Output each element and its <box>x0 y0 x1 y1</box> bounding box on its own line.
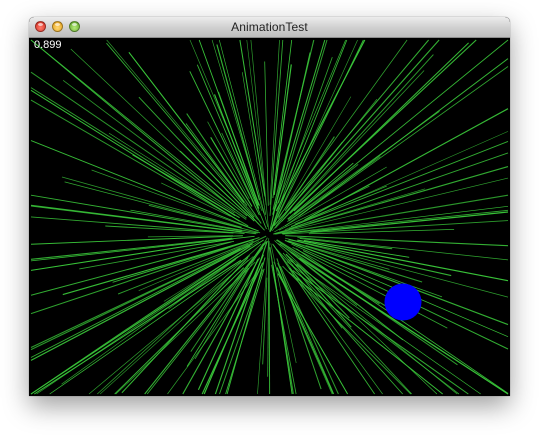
animation-canvas[interactable]: 0.899 <box>29 38 510 396</box>
ray-burst <box>30 39 509 395</box>
green-ray <box>288 267 404 395</box>
green-ray <box>211 39 265 214</box>
green-ray <box>30 245 251 395</box>
green-ray <box>288 152 509 230</box>
green-ray <box>292 270 469 395</box>
green-ray <box>61 247 252 385</box>
fps-readout: 0.899 <box>34 39 62 51</box>
blue-ball <box>384 283 422 321</box>
green-ray <box>62 79 247 219</box>
green-ray <box>61 176 242 228</box>
green-ray <box>30 140 259 232</box>
green-ray <box>276 249 413 395</box>
green-ray <box>30 39 236 211</box>
green-ray <box>264 61 269 206</box>
green-ray <box>30 237 260 315</box>
green-ray <box>34 259 242 395</box>
green-ray <box>271 39 358 229</box>
green-ray <box>30 39 248 217</box>
animation-scene <box>30 39 509 395</box>
green-ray <box>190 243 264 352</box>
green-ray <box>105 225 234 234</box>
green-ray <box>278 243 509 395</box>
green-ray <box>277 262 335 395</box>
green-ray <box>257 238 270 395</box>
app-window: AnimationTest 0.899 <box>29 17 510 396</box>
green-ray <box>278 185 370 231</box>
green-ray <box>293 39 509 215</box>
green-ray <box>281 70 425 222</box>
green-ray <box>268 241 271 395</box>
green-ray <box>304 108 509 221</box>
green-ray <box>182 257 261 395</box>
window-title: AnimationTest <box>231 20 308 34</box>
title-bar[interactable]: AnimationTest <box>29 17 510 38</box>
green-ray <box>267 258 270 377</box>
green-ray <box>30 71 247 220</box>
green-ray <box>282 265 412 395</box>
green-ray <box>286 261 460 395</box>
